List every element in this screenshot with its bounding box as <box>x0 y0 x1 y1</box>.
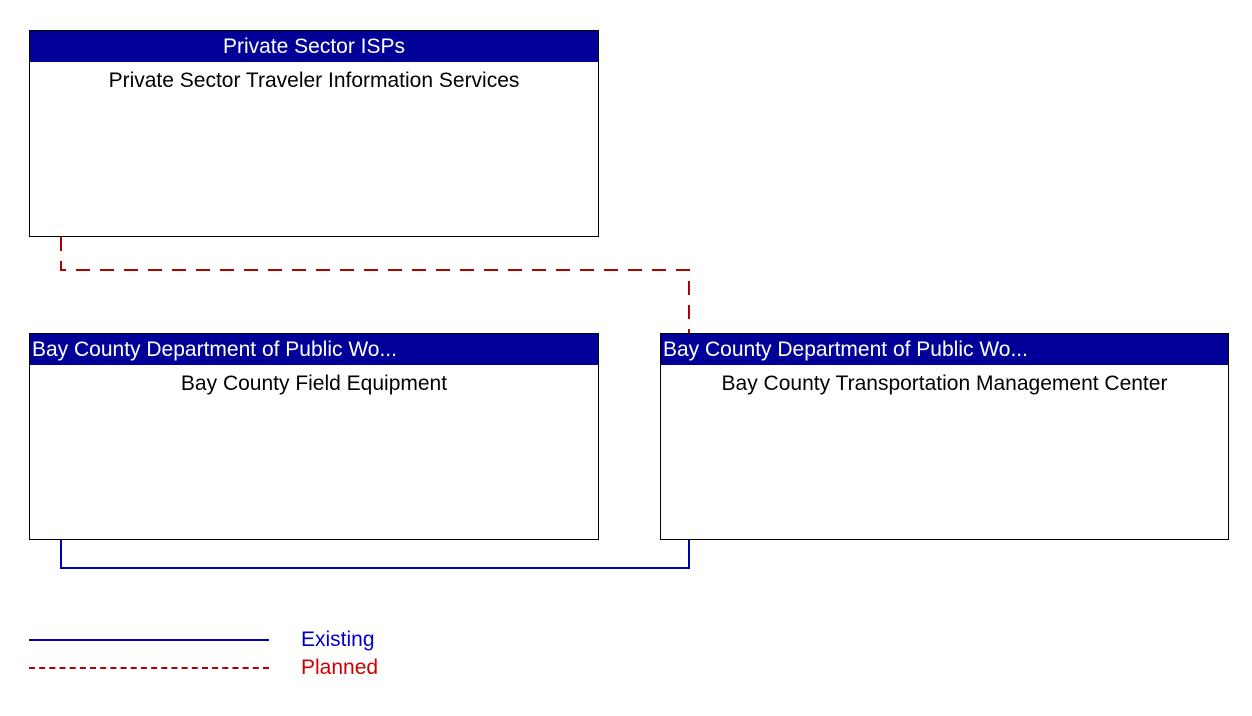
node-body-element-name: Bay County Transportation Management Cen… <box>721 372 1168 395</box>
legend-label-existing: Existing <box>301 628 375 651</box>
node-header-stakeholder: Bay County Department of Public Wo... <box>661 334 1228 365</box>
node-body-element-name: Bay County Field Equipment <box>180 372 448 395</box>
legend-line-existing <box>29 639 269 641</box>
connector-field-to-tmc[interactable] <box>60 540 690 569</box>
node-header-stakeholder: Private Sector ISPs <box>30 31 598 62</box>
node-body-element-name: Private Sector Traveler Information Serv… <box>108 69 520 92</box>
diagram-node-private-sector-isps[interactable]: Private Sector ISPs Private Sector Trave… <box>29 30 599 237</box>
legend-item-existing: Existing <box>29 626 429 654</box>
legend-label-planned: Planned <box>301 656 379 679</box>
diagram-node-bay-county-field-equipment[interactable]: Bay County Department of Public Wo... Ba… <box>29 333 599 540</box>
legend-line-planned <box>29 667 269 669</box>
legend-item-planned: Planned <box>29 654 429 682</box>
node-header-stakeholder: Bay County Department of Public Wo... <box>30 334 598 365</box>
connector-isp-to-tmc[interactable] <box>60 237 690 333</box>
diagram-node-bay-county-tmc[interactable]: Bay County Department of Public Wo... Ba… <box>660 333 1229 540</box>
diagram-canvas: Private Sector ISPs Private Sector Trave… <box>0 0 1252 716</box>
legend: Existing Planned <box>29 626 429 688</box>
